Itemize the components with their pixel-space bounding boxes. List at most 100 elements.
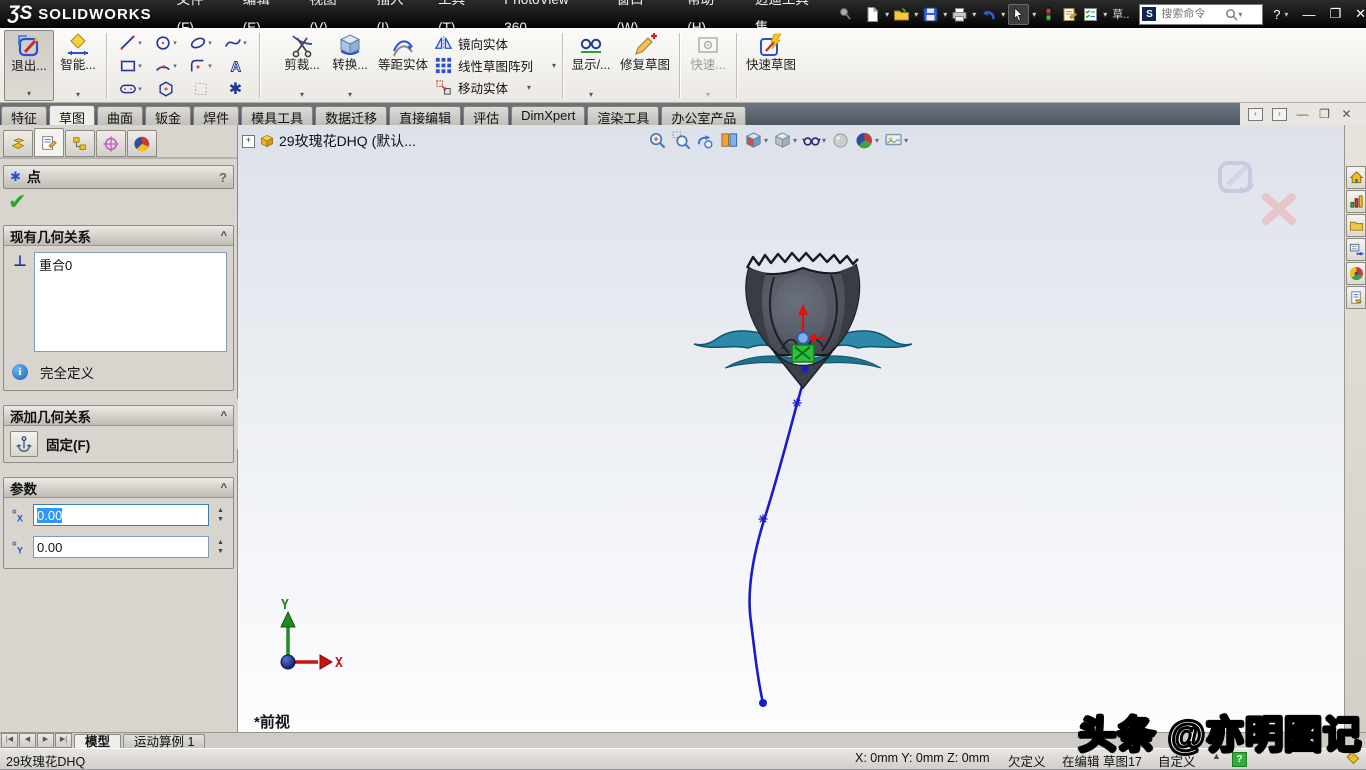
open-dropdown-icon[interactable]: ▾ [914, 10, 918, 19]
slot-tool[interactable]: ▾ [113, 77, 148, 100]
configurationmanager-tab[interactable] [65, 130, 95, 157]
collapse-chevron-icon[interactable]: ^ [221, 230, 227, 242]
convert-entities-button[interactable]: 转换... ▾ [326, 30, 374, 101]
spline-endpoint[interactable] [759, 699, 767, 707]
first-tab-button[interactable]: |◀ [1, 733, 18, 748]
help-dropdown-icon[interactable]: ▾ [1284, 10, 1288, 19]
circle-tool[interactable]: ▾ [148, 31, 183, 54]
trim-dropdown-icon[interactable]: ▾ [300, 90, 304, 99]
repair-sketch-button[interactable]: 修复草图 [615, 30, 675, 101]
last-tab-button[interactable]: ▶| [55, 733, 72, 748]
point-handle[interactable] [798, 333, 809, 344]
convert-dropdown-icon[interactable]: ▾ [348, 90, 352, 99]
text-tool[interactable]: A [218, 54, 253, 77]
design-library-button[interactable] [1346, 190, 1366, 213]
search-scope-icon[interactable]: S [1142, 7, 1156, 21]
polygon-tool[interactable] [148, 77, 183, 100]
move-entities-dropdown-icon[interactable]: ▾ [527, 83, 531, 92]
appearances-scenes-button[interactable] [1346, 262, 1366, 285]
save-button[interactable] [921, 5, 940, 24]
x-spinner[interactable]: ▲▼ [214, 504, 227, 526]
fix-relation-button[interactable] [10, 431, 38, 457]
point-tool[interactable]: ✱ [218, 77, 253, 100]
relations-list[interactable]: 重合0 [34, 252, 227, 352]
restore-button[interactable]: ❐ [1329, 6, 1341, 22]
file-explorer-button[interactable] [1346, 214, 1366, 237]
stem-spline[interactable] [750, 383, 803, 703]
y-spinner[interactable]: ▲▼ [214, 536, 227, 558]
save-dropdown-icon[interactable]: ▾ [943, 10, 947, 19]
doc-close-button[interactable]: ✕ [1340, 109, 1353, 120]
new-document-button[interactable] [863, 5, 882, 24]
view-palette-button[interactable] [1346, 238, 1366, 261]
relation-item[interactable]: 重合0 [39, 255, 222, 274]
linear-pattern-button[interactable]: 线性草图阵列 ▾ [434, 55, 556, 76]
minimize-button[interactable]: — [1302, 7, 1315, 22]
undo-button[interactable] [979, 5, 998, 24]
display-delete-relations-button[interactable]: 显示/... ▾ [567, 30, 615, 101]
y-coordinate-input[interactable]: 0.00 [33, 536, 209, 558]
open-button[interactable] [892, 5, 911, 24]
pin-icon[interactable] [837, 6, 853, 22]
help-icon[interactable]: ? [219, 170, 227, 185]
trim-entities-button[interactable]: 剪裁... ▾ [278, 30, 326, 101]
undo-dropdown-icon[interactable]: ▾ [1001, 10, 1005, 19]
search-icon[interactable] [1225, 8, 1238, 21]
dimxpertmanager-tab[interactable] [96, 130, 126, 157]
new-dropdown-icon[interactable]: ▾ [885, 10, 889, 19]
arc-tool[interactable]: ▾ [148, 54, 183, 77]
options-button[interactable] [1081, 5, 1100, 24]
print-dropdown-icon[interactable]: ▾ [972, 10, 976, 19]
select-dropdown-icon[interactable]: ▾ [1032, 10, 1036, 19]
pane-toggle-right-icon[interactable]: › [1272, 108, 1287, 121]
search-input[interactable] [1159, 7, 1225, 21]
traffic-light-icon[interactable] [1039, 5, 1058, 24]
qat-overflow-label[interactable]: 草.. [1112, 6, 1129, 22]
featuremanager-tree-tab[interactable] [3, 130, 33, 157]
model-tab[interactable]: 模型 [74, 734, 121, 749]
x-coordinate-input[interactable]: 0.00 [33, 504, 209, 526]
spline-tool[interactable]: ▾ [218, 31, 253, 54]
exit-sketch-dropdown-icon[interactable]: ▾ [27, 89, 31, 98]
smart-dimension-dropdown-icon[interactable]: ▾ [76, 90, 80, 99]
linear-pattern-dropdown-icon[interactable]: ▾ [552, 61, 556, 70]
print-button[interactable] [950, 5, 969, 24]
spline-point-marker[interactable] [793, 399, 802, 408]
parameters-header[interactable]: 参数 ^ [4, 478, 233, 498]
prev-tab-button[interactable]: ◀ [19, 733, 36, 748]
smart-dimension-button[interactable]: 智能... ▾ [54, 30, 102, 101]
options-dropdown-icon[interactable]: ▾ [1103, 10, 1107, 19]
doc-minimize-button[interactable]: — [1296, 109, 1309, 120]
resources-home-button[interactable] [1346, 166, 1366, 189]
help-button[interactable]: ? [1273, 7, 1280, 22]
line-tool[interactable]: ▾ [113, 31, 148, 54]
add-relations-header[interactable]: 添加几何关系 ^ [4, 406, 233, 426]
appearances-tab[interactable] [127, 130, 157, 157]
collapse-chevron-icon[interactable]: ^ [221, 482, 227, 494]
spline-point-marker[interactable] [759, 515, 768, 524]
display-relations-dropdown-icon[interactable]: ▾ [589, 90, 593, 99]
next-tab-button[interactable]: ▶ [37, 733, 54, 748]
tab-dimxpert[interactable]: DimXpert [511, 106, 585, 126]
doc-restore-button[interactable]: ❐ [1318, 109, 1331, 120]
quick-sketch-button[interactable]: 快速草图 [741, 30, 801, 101]
search-dropdown-icon[interactable]: ▾ [1238, 10, 1242, 19]
graphics-viewport[interactable]: + 29玫瑰花DHQ (默认... ▾ ▾ ▾ ▾ ▾ [238, 125, 1344, 732]
collapse-chevron-icon[interactable]: ^ [221, 410, 227, 422]
motion-study-tab[interactable]: 运动算例 1 [123, 734, 205, 749]
select-button[interactable] [1008, 4, 1029, 25]
close-button[interactable]: ✕ [1355, 6, 1366, 22]
properties-button[interactable] [1060, 5, 1079, 24]
model-canvas[interactable]: Y X [238, 125, 1344, 732]
fillet-tool[interactable]: ▾ [183, 54, 218, 77]
exit-sketch-button[interactable]: 退出... ▾ [4, 30, 54, 101]
rectangle-tool[interactable]: ▾ [113, 54, 148, 77]
mirror-entities-button[interactable]: 镜向实体 [434, 33, 556, 54]
ok-check-button[interactable]: ✔ [8, 191, 26, 213]
move-entities-button[interactable]: 移动实体 ▾ [434, 77, 556, 98]
propertymanager-tab[interactable] [34, 128, 64, 157]
pane-toggle-left-icon[interactable]: ‹ [1248, 108, 1263, 121]
offset-entities-button[interactable]: 等距实体 [374, 30, 432, 101]
custom-properties-button[interactable] [1346, 286, 1366, 309]
ellipse-tool[interactable]: ▾ [183, 31, 218, 54]
